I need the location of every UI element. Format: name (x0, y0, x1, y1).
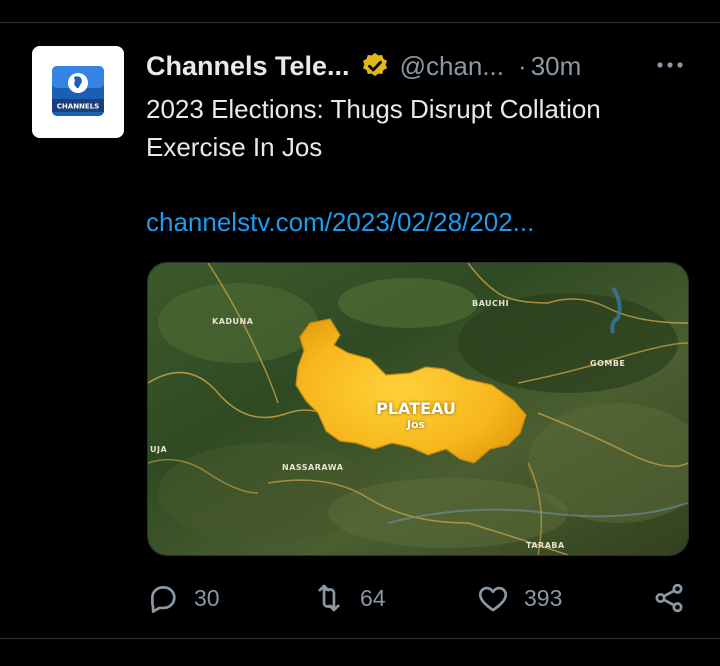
tweet-text: 2023 Elections: Thugs Disrupt Collation … (146, 94, 601, 162)
verified-badge-icon[interactable] (360, 51, 390, 81)
map-city-label: Jos (406, 418, 426, 431)
retweet-count: 64 (360, 584, 386, 611)
media-image[interactable]: KADUNA BAUCHI GOMBE UJA NASSARAWA TARABA… (147, 262, 689, 556)
reply-button[interactable]: 30 (146, 578, 220, 618)
map-label-nassarawa: NASSARAWA (282, 463, 344, 472)
retweet-button[interactable]: 64 (312, 578, 386, 618)
map-label-uja: UJA (150, 445, 168, 454)
retweet-icon (318, 584, 340, 612)
separator-dot: · (518, 50, 527, 81)
like-button[interactable]: 393 (476, 578, 562, 618)
more-icon[interactable] (650, 52, 690, 78)
tweet-link[interactable]: channelstv.com/2023/02/28/202... (146, 203, 534, 241)
top-divider (0, 22, 720, 23)
map-state-label: PLATEAU (376, 399, 456, 418)
display-name[interactable]: Channels Tele... (146, 51, 350, 82)
share-button[interactable] (652, 578, 686, 618)
avatar[interactable]: CHANNELS (32, 46, 124, 138)
handle[interactable]: @chan... (400, 51, 504, 82)
avatar-text: CHANNELS (57, 103, 99, 111)
like-icon (478, 586, 508, 612)
map-label-bauchi: BAUCHI (472, 299, 510, 308)
share-icon (655, 583, 683, 613)
map-label-gombe: GOMBE (590, 359, 626, 368)
reply-icon (151, 586, 176, 613)
map-label-kaduna: KADUNA (212, 317, 254, 326)
timestamp[interactable]: 30m (531, 51, 582, 82)
tweet-header: Channels Tele... @chan... · 30m (146, 48, 581, 84)
reply-count: 30 (194, 584, 220, 611)
map-label-taraba: TARABA (526, 541, 565, 550)
bottom-divider (0, 638, 720, 639)
like-count: 393 (524, 584, 563, 611)
